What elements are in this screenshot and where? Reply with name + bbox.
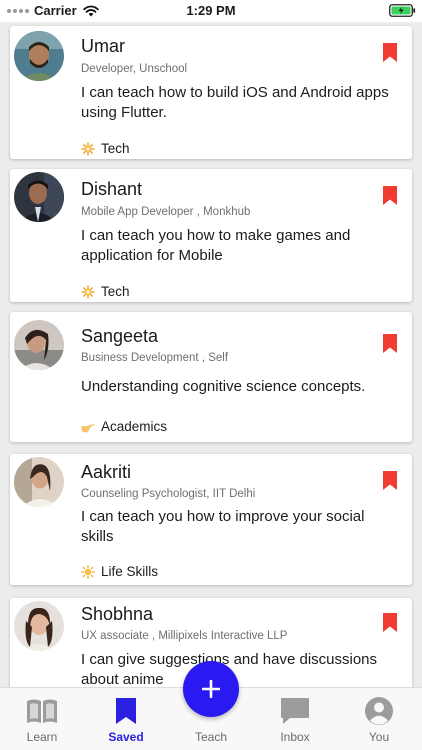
add-session-fab[interactable] xyxy=(183,661,239,717)
tab-label: You xyxy=(368,730,390,744)
category-label: Academics xyxy=(101,419,168,434)
category-label: Tech xyxy=(101,141,130,156)
teacher-role: Counseling Psychologist, IIT Delhi xyxy=(81,488,256,500)
profile-icon xyxy=(365,697,393,725)
battery-charging-icon xyxy=(389,4,416,17)
teacher-card[interactable]: Sangeeta Business Development , Self Und… xyxy=(10,312,412,442)
tab-label: Saved xyxy=(108,730,144,744)
avatar[interactable] xyxy=(14,601,64,651)
tab-label: Teach xyxy=(194,730,228,744)
avatar[interactable] xyxy=(14,320,64,370)
tab-label: Inbox xyxy=(280,730,310,744)
teacher-role: Developer, Unschool xyxy=(81,63,188,75)
tab-label: Learn xyxy=(26,730,58,744)
bookmark-icon xyxy=(116,698,136,724)
plus-icon xyxy=(202,680,220,698)
gear-sun-icon xyxy=(81,285,95,298)
teacher-blurb: I can teach you how to make games and ap… xyxy=(81,227,351,264)
pointing-hand-icon xyxy=(81,423,95,432)
category-tag: Academics xyxy=(81,419,167,434)
teacher-blurb: I can teach how to build iOS and Android… xyxy=(81,84,389,121)
teacher-blurb: I can give suggestions and have discussi… xyxy=(81,651,378,687)
teacher-role: Business Development , Self xyxy=(81,352,229,364)
category-tag: Tech xyxy=(81,141,130,156)
teacher-card[interactable]: Umar Developer, Unschool I can teach how… xyxy=(10,26,412,159)
teacher-role: UX associate , Millipixels Interactive L… xyxy=(81,630,288,642)
category-label: Tech xyxy=(101,284,130,299)
teacher-name: Shobhna xyxy=(81,604,154,624)
teacher-card[interactable]: Dishant Mobile App Developer , Monkhub I… xyxy=(10,169,412,302)
teacher-name: Aakriti xyxy=(81,462,132,482)
category-label: Life Skills xyxy=(101,564,159,579)
teacher-card[interactable]: Aakriti Counseling Psychologist, IIT Del… xyxy=(10,454,412,585)
saved-screen: Carrier 1:29 PM Umar Developer, Unschool… xyxy=(0,0,422,750)
tab-saved[interactable]: Saved xyxy=(96,688,156,750)
bookmark-icon[interactable] xyxy=(383,334,397,353)
book-icon xyxy=(27,699,57,723)
teacher-blurb: I can teach you how to improve your soci… xyxy=(81,508,365,545)
teacher-name: Umar xyxy=(81,36,125,56)
tab-inbox[interactable]: Inbox xyxy=(265,688,325,750)
teacher-blurb: Understanding cognitive science concepts… xyxy=(81,378,366,395)
sun-icon xyxy=(81,564,95,579)
tab-learn[interactable]: Learn xyxy=(12,688,72,750)
status-bar: Carrier 1:29 PM xyxy=(0,0,422,22)
bookmark-icon[interactable] xyxy=(383,43,397,62)
teacher-role: Mobile App Developer , Monkhub xyxy=(81,206,251,218)
gear-sun-icon xyxy=(81,142,95,155)
clock: 1:29 PM xyxy=(186,3,236,18)
category-tag: Tech xyxy=(81,284,130,299)
chat-icon xyxy=(281,698,309,724)
bookmark-icon[interactable] xyxy=(383,613,397,632)
teacher-name: Dishant xyxy=(81,179,143,199)
category-tag: Life Skills xyxy=(81,564,158,579)
teacher-name: Sangeeta xyxy=(81,326,159,346)
avatar[interactable] xyxy=(14,457,64,507)
saved-teachers-feed[interactable]: Umar Developer, Unschool I can teach how… xyxy=(0,22,422,687)
bookmark-icon[interactable] xyxy=(383,471,397,490)
tab-you[interactable]: You xyxy=(349,688,409,750)
avatar[interactable] xyxy=(14,31,64,81)
bookmark-icon[interactable] xyxy=(383,186,397,205)
avatar[interactable] xyxy=(14,172,64,222)
